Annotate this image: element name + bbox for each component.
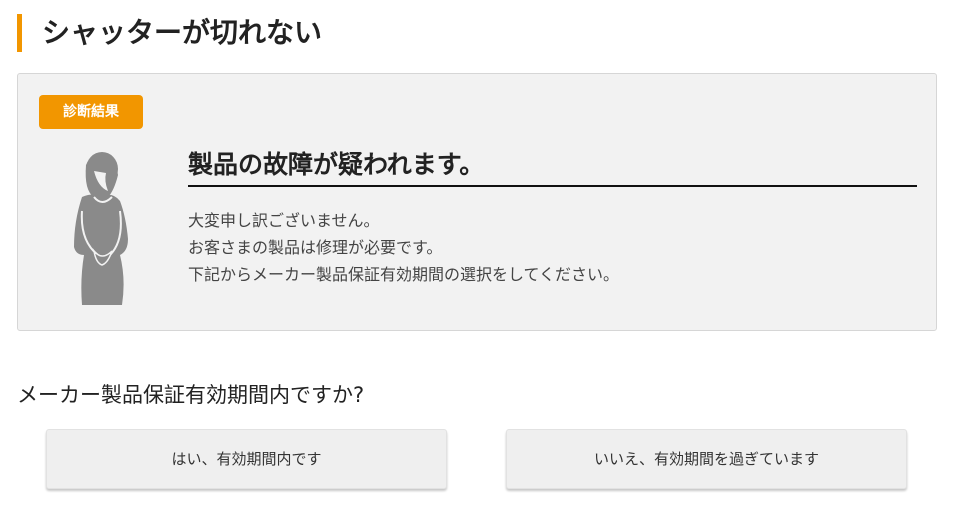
message-line: 大変申し訳ございません。: [188, 211, 380, 230]
warranty-question: メーカー製品保証有効期間内ですか?: [17, 383, 365, 407]
within-warranty-button[interactable]: はい、有効期間内です: [46, 429, 447, 489]
page-title: シャッターが切れない: [17, 14, 617, 52]
diagnosis-headline: 製品の故障が疑われます。: [188, 146, 917, 187]
diagnosis-result-badge: 診断結果: [39, 95, 143, 129]
bowing-woman-icon: [74, 152, 128, 305]
diagnosis-message: 大変申し訳ございません。 お客さまの製品は修理が必要です。 下記からメーカー製品…: [188, 207, 917, 288]
page: シャッターが切れない 診断結果 製品の故障が疑われます。 大変申し訳ございません…: [0, 0, 955, 511]
warranty-expired-button[interactable]: いいえ、有効期間を過ぎています: [506, 429, 907, 489]
message-line: 下記からメーカー製品保証有効期間の選択をしてください。: [188, 265, 620, 284]
message-line: お客さまの製品は修理が必要です。: [188, 238, 443, 257]
diagnosis-result-box: 診断結果 製品の故障が疑われます。 大変申し訳ございません。 お客さまの製品は修…: [17, 73, 937, 331]
